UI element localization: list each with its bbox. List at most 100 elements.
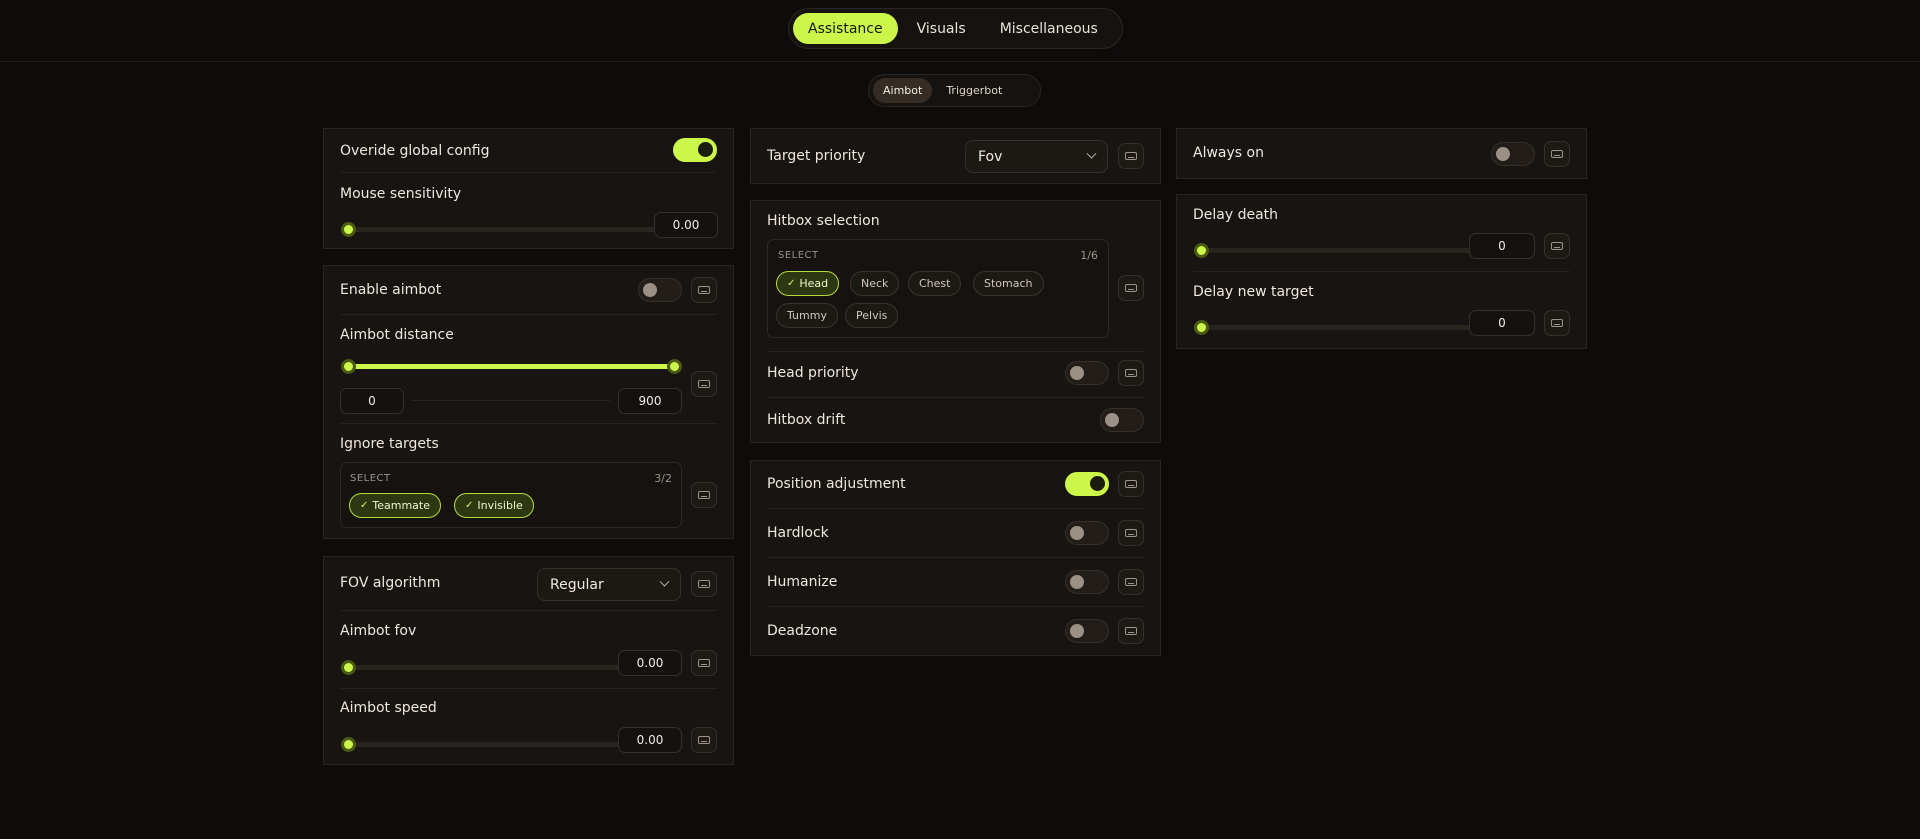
keyboard-icon	[1125, 578, 1137, 586]
delays-panel: Delay death 0 Delay new target 0	[1176, 194, 1587, 349]
aimbot-distance-min-value[interactable]: 0	[340, 388, 404, 414]
chip-neck[interactable]: Neck	[850, 271, 900, 296]
hardlock-toggle[interactable]	[1065, 521, 1109, 545]
toggle-knob	[1070, 366, 1084, 380]
divider	[340, 172, 717, 173]
chip-label: Invisible	[477, 499, 523, 512]
divider	[1193, 271, 1570, 272]
always-on-keybind-button[interactable]	[1544, 141, 1570, 167]
dropdown-value: Regular	[550, 576, 604, 593]
header-divider	[0, 61, 1920, 62]
aimbot-speed-thumb[interactable]	[341, 737, 356, 752]
chip-teammate[interactable]: ✓ Teammate	[349, 493, 442, 518]
hitbox-select[interactable]: SELECT 1/6 ✓ Head Neck Chest Stomach Tumm…	[767, 239, 1109, 338]
delay-death-label: Delay death	[1193, 207, 1279, 223]
divider	[767, 606, 1144, 607]
aimbot-speed-keybind-button[interactable]	[691, 727, 717, 753]
deadzone-toggle[interactable]	[1065, 619, 1109, 643]
aimbot-distance-min-thumb[interactable]	[341, 359, 356, 374]
hitbox-drift-toggle[interactable]	[1100, 408, 1144, 432]
always-on-toggle[interactable]	[1491, 142, 1535, 166]
target-priority-label: Target priority	[767, 148, 866, 164]
head-priority-label: Head priority	[767, 365, 859, 381]
hardlock-keybind-button[interactable]	[1118, 520, 1144, 546]
keyboard-icon	[1551, 242, 1563, 250]
fov-algorithm-dropdown[interactable]: Regular	[537, 568, 681, 601]
tab-triggerbot[interactable]: Triggerbot	[936, 78, 1012, 103]
select-heading: SELECT	[350, 473, 391, 484]
ignore-targets-keybind-button[interactable]	[691, 482, 717, 508]
keyboard-icon	[698, 380, 710, 388]
aimbot-fov-thumb[interactable]	[341, 660, 356, 675]
aimbot-distance-fill	[344, 364, 670, 369]
keyboard-icon	[698, 491, 710, 499]
aimbot-distance-max-thumb[interactable]	[667, 359, 682, 374]
hitbox-panel: Hitbox selection SELECT 1/6 ✓ Head Neck C…	[750, 200, 1161, 443]
aimbot-fov-track[interactable]	[344, 665, 626, 670]
aimbot-distance-max-value[interactable]: 900	[618, 388, 682, 414]
chip-tummy[interactable]: Tummy	[776, 303, 838, 328]
position-adjustment-toggle[interactable]	[1065, 472, 1109, 496]
enable-aimbot-keybind-button[interactable]	[691, 277, 717, 303]
target-priority-keybind-button[interactable]	[1118, 143, 1144, 169]
global-config-panel: Overide global config Mouse sensitivity …	[323, 128, 734, 249]
override-global-config-toggle[interactable]	[673, 138, 717, 162]
aimbot-distance-track[interactable]	[344, 364, 670, 369]
enable-aimbot-toggle[interactable]	[638, 278, 682, 302]
mouse-sensitivity-track[interactable]	[344, 227, 662, 232]
divider	[340, 688, 717, 689]
head-priority-keybind-button[interactable]	[1118, 360, 1144, 386]
enable-aimbot-label: Enable aimbot	[340, 282, 442, 298]
head-priority-toggle[interactable]	[1065, 361, 1109, 385]
humanize-toggle[interactable]	[1065, 570, 1109, 594]
delay-new-target-keybind-button[interactable]	[1544, 310, 1570, 336]
delay-death-track[interactable]	[1199, 248, 1481, 253]
aimbot-distance-keybind-button[interactable]	[691, 371, 717, 397]
keyboard-icon	[698, 736, 710, 744]
deadzone-keybind-button[interactable]	[1118, 618, 1144, 644]
fov-algorithm-keybind-button[interactable]	[691, 571, 717, 597]
humanize-keybind-button[interactable]	[1118, 569, 1144, 595]
toggle-knob	[643, 283, 657, 297]
aimbot-fov-value[interactable]: 0.00	[618, 650, 682, 676]
divider	[340, 423, 717, 424]
chip-head[interactable]: ✓ Head	[776, 271, 840, 296]
mouse-sensitivity-thumb[interactable]	[341, 222, 356, 237]
aimbot-speed-label: Aimbot speed	[340, 700, 437, 716]
keyboard-icon	[1125, 529, 1137, 537]
always-on-label: Always on	[1193, 145, 1264, 161]
aimbot-fov-keybind-button[interactable]	[691, 650, 717, 676]
chip-invisible[interactable]: ✓ Invisible	[454, 493, 534, 518]
aimbot-panel: Enable aimbot Aimbot distance 0 900 Igno…	[323, 265, 734, 539]
chip-chest[interactable]: Chest	[908, 271, 962, 296]
check-icon: ✓	[360, 500, 369, 511]
toggle-knob	[1496, 147, 1510, 161]
target-priority-dropdown[interactable]: Fov	[965, 140, 1108, 173]
delay-new-target-track[interactable]	[1199, 325, 1481, 330]
aimbot-speed-track[interactable]	[344, 742, 626, 747]
delay-new-target-label: Delay new target	[1193, 284, 1314, 300]
tab-assistance[interactable]: Assistance	[793, 13, 898, 44]
delay-death-thumb[interactable]	[1194, 243, 1209, 258]
dropdown-value: Fov	[978, 148, 1003, 165]
check-icon: ✓	[787, 278, 796, 289]
ignore-targets-select[interactable]: SELECT 3/2 ✓ Teammate ✓ Invisible	[340, 462, 682, 528]
divider	[767, 397, 1144, 398]
aimbot-distance-label: Aimbot distance	[340, 327, 454, 343]
tab-visuals[interactable]: Visuals	[902, 13, 981, 44]
chip-pelvis[interactable]: Pelvis	[845, 303, 899, 328]
delay-death-value[interactable]: 0	[1469, 233, 1535, 259]
delay-death-keybind-button[interactable]	[1544, 233, 1570, 259]
aimbot-speed-value[interactable]: 0.00	[618, 727, 682, 753]
position-adjustment-label: Position adjustment	[767, 476, 906, 492]
chip-stomach[interactable]: Stomach	[973, 271, 1044, 296]
toggle-knob	[1070, 624, 1084, 638]
delay-new-target-value[interactable]: 0	[1469, 310, 1535, 336]
tab-aimbot[interactable]: Aimbot	[873, 78, 933, 103]
position-adjustment-keybind-button[interactable]	[1118, 471, 1144, 497]
keyboard-icon	[698, 580, 710, 588]
hitbox-selection-keybind-button[interactable]	[1118, 275, 1144, 301]
mouse-sensitivity-value[interactable]: 0.00	[654, 212, 718, 238]
tab-miscellaneous[interactable]: Miscellaneous	[985, 13, 1113, 44]
delay-new-target-thumb[interactable]	[1194, 320, 1209, 335]
